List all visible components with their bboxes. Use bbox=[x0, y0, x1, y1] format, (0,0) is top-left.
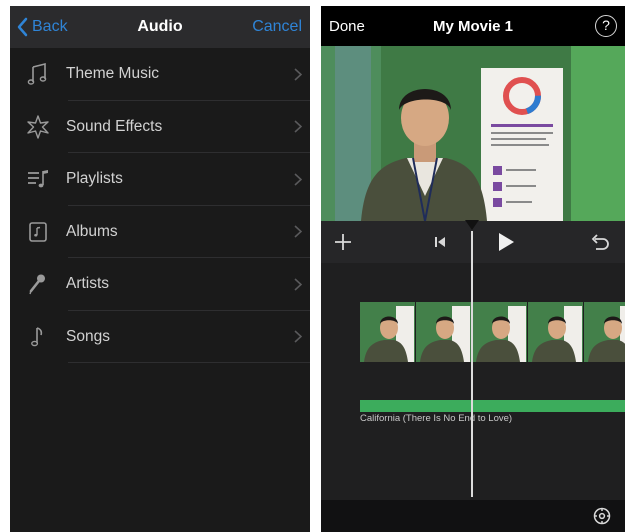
star-burst-icon bbox=[10, 101, 66, 153]
editor-header: Done My Movie 1 ? bbox=[321, 6, 625, 46]
movie-editor-panel: Done My Movie 1 ? California (There Is N… bbox=[321, 6, 625, 532]
album-icon bbox=[10, 206, 66, 258]
clip-thumbnails bbox=[360, 302, 625, 362]
timeline[interactable]: California (There Is No End to Love) bbox=[321, 263, 625, 500]
list-item-albums[interactable]: Albums bbox=[10, 206, 310, 259]
help-button[interactable]: ? bbox=[595, 15, 617, 37]
chevron-right-icon bbox=[286, 225, 310, 238]
playlist-icon bbox=[10, 153, 66, 205]
chevron-right-icon bbox=[286, 330, 310, 343]
microphone-icon bbox=[10, 258, 66, 310]
playhead-line[interactable] bbox=[471, 231, 473, 497]
list-item-label: Sound Effects bbox=[66, 117, 163, 135]
plus-icon bbox=[335, 234, 351, 250]
play-icon bbox=[499, 233, 514, 251]
settings-gear-icon[interactable] bbox=[593, 507, 611, 525]
play-button[interactable] bbox=[491, 221, 521, 263]
audio-category-list: Theme Music Sound Effects Playlists Albu… bbox=[10, 48, 310, 363]
list-item-artists[interactable]: Artists bbox=[10, 258, 310, 311]
list-item-theme-music[interactable]: Theme Music bbox=[10, 48, 310, 101]
audio-nav-bar: Back Audio Cancel bbox=[10, 6, 310, 48]
undo-button[interactable] bbox=[585, 221, 615, 263]
audio-browser-panel: Back Audio Cancel Theme Music Sound Effe… bbox=[10, 6, 310, 532]
list-item-label: Playlists bbox=[66, 170, 123, 188]
music-note-icon bbox=[10, 311, 66, 363]
chevron-right-icon bbox=[286, 278, 310, 291]
video-frame-image bbox=[321, 46, 625, 221]
video-clip-strip[interactable] bbox=[360, 302, 625, 362]
chevron-right-icon bbox=[286, 173, 310, 186]
video-preview[interactable] bbox=[321, 46, 625, 221]
skip-to-start-button[interactable] bbox=[427, 221, 453, 263]
list-item-label: Artists bbox=[66, 275, 110, 293]
editor-footer bbox=[321, 500, 625, 532]
music-note-icon bbox=[10, 48, 66, 100]
cancel-button[interactable]: Cancel bbox=[252, 18, 302, 36]
playhead-marker bbox=[465, 220, 479, 230]
undo-icon bbox=[591, 234, 609, 250]
list-item-label: Songs bbox=[66, 327, 110, 345]
list-item-label: Albums bbox=[66, 222, 118, 240]
audio-track-bar[interactable] bbox=[360, 400, 625, 412]
list-item-sound-effects[interactable]: Sound Effects bbox=[10, 101, 310, 154]
project-title: My Movie 1 bbox=[432, 18, 514, 35]
skip-back-icon bbox=[435, 237, 445, 247]
chevron-right-icon bbox=[286, 68, 310, 81]
add-media-button[interactable] bbox=[329, 221, 357, 263]
chevron-right-icon bbox=[286, 120, 310, 133]
list-item-songs[interactable]: Songs bbox=[10, 311, 310, 364]
list-item-label: Theme Music bbox=[66, 65, 160, 83]
list-item-playlists[interactable]: Playlists bbox=[10, 153, 310, 206]
audio-track-label: California (There Is No End to Love) bbox=[360, 413, 513, 424]
